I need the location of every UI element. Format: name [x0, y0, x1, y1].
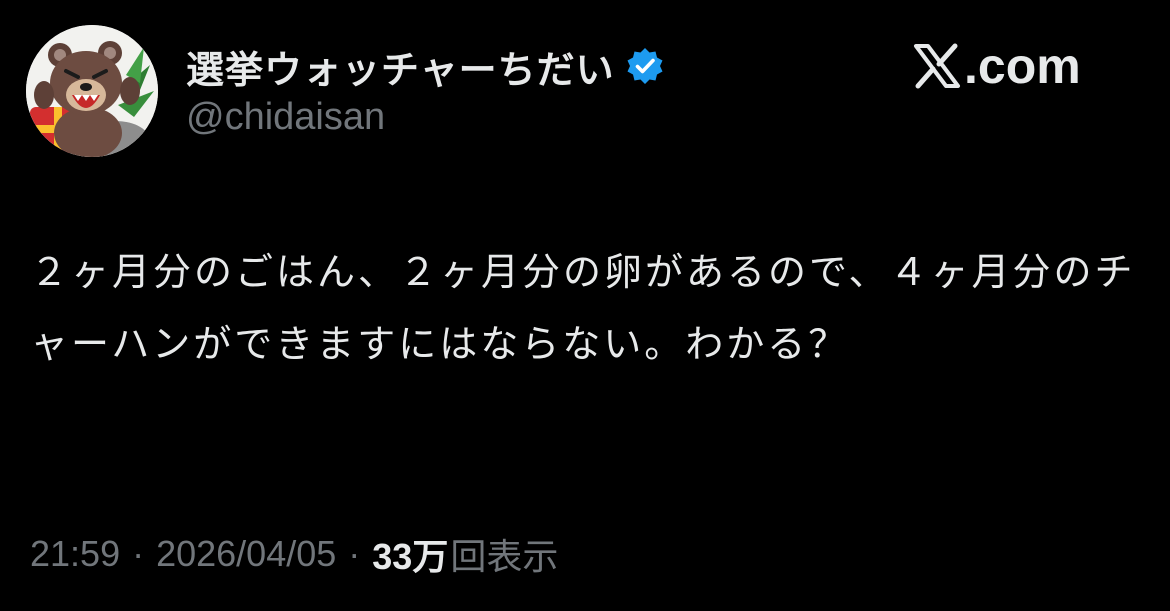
views-label: 回表示	[450, 537, 559, 578]
brand-label: .com	[964, 38, 1081, 94]
x-logo-icon	[914, 43, 960, 89]
tweet-text: ２ヶ月分のごはん、２ヶ月分の卵があるので、４ヶ月分のチャーハンができますにはなら…	[30, 250, 1136, 366]
brand-watermark: .com	[912, 38, 1081, 94]
verified-badge-icon	[627, 48, 663, 84]
tweet-date[interactable]: 2026/04/05	[156, 533, 336, 575]
views-count[interactable]: 33万	[372, 528, 448, 580]
tweet-meta: 21:59 · 2026/04/05 · 33万 回表示	[30, 530, 558, 578]
avatar[interactable]	[26, 25, 158, 157]
tweet-time[interactable]: 21:59	[30, 533, 120, 575]
bear-avatar-icon	[26, 25, 158, 157]
meta-separator: ·	[132, 533, 145, 574]
author-display-name[interactable]: 選挙ウォッチャーちだい	[186, 39, 615, 94]
author-handle[interactable]: @chidaisan	[186, 96, 385, 139]
meta-separator: ·	[348, 533, 361, 574]
author-name-row: 選挙ウォッチャーちだい	[186, 40, 665, 92]
